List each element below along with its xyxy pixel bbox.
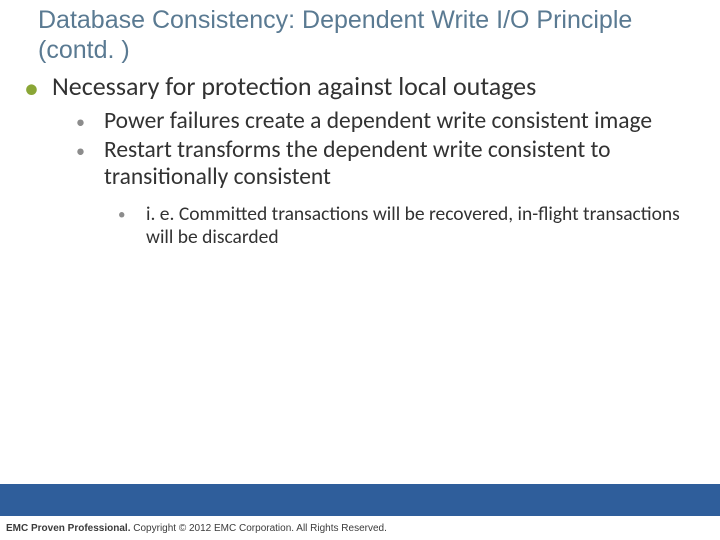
level-3-group: • i. e. Committed transactions will be r… xyxy=(118,203,694,250)
slide-body: • Necessary for protection against local… xyxy=(24,72,694,250)
bullet-level-1-text: Necessary for protection against local o… xyxy=(52,72,536,102)
bullet-level-3: • i. e. Committed transactions will be r… xyxy=(118,203,694,250)
slide-title: Database Consistency: Dependent Write I/… xyxy=(38,6,678,65)
slide: Database Consistency: Dependent Write I/… xyxy=(0,0,720,540)
bullet-level-2: • Restart transforms the dependent write… xyxy=(76,137,694,191)
level-2-group: • Power failures create a dependent writ… xyxy=(76,108,694,250)
bullet-dot-icon: • xyxy=(24,74,52,104)
footer-rest: Copyright © 2012 EMC Corporation. All Ri… xyxy=(133,523,387,534)
bullet-dot-icon: • xyxy=(118,206,146,253)
bullet-level-2-text: Power failures create a dependent write … xyxy=(104,108,652,135)
footer-copyright: EMC Proven Professional. Copyright © 201… xyxy=(6,523,387,534)
bullet-level-2: • Power failures create a dependent writ… xyxy=(76,108,694,135)
bullet-dot-icon: • xyxy=(76,112,104,139)
bullet-level-1: • Necessary for protection against local… xyxy=(24,72,694,102)
footer-accent-bar xyxy=(0,484,720,516)
footer-brand: EMC Proven Professional. xyxy=(6,523,133,534)
bullet-level-2-text: Restart transforms the dependent write c… xyxy=(104,137,694,191)
bullet-level-3-text: i. e. Committed transactions will be rec… xyxy=(146,203,694,250)
bullet-dot-icon: • xyxy=(76,141,104,195)
